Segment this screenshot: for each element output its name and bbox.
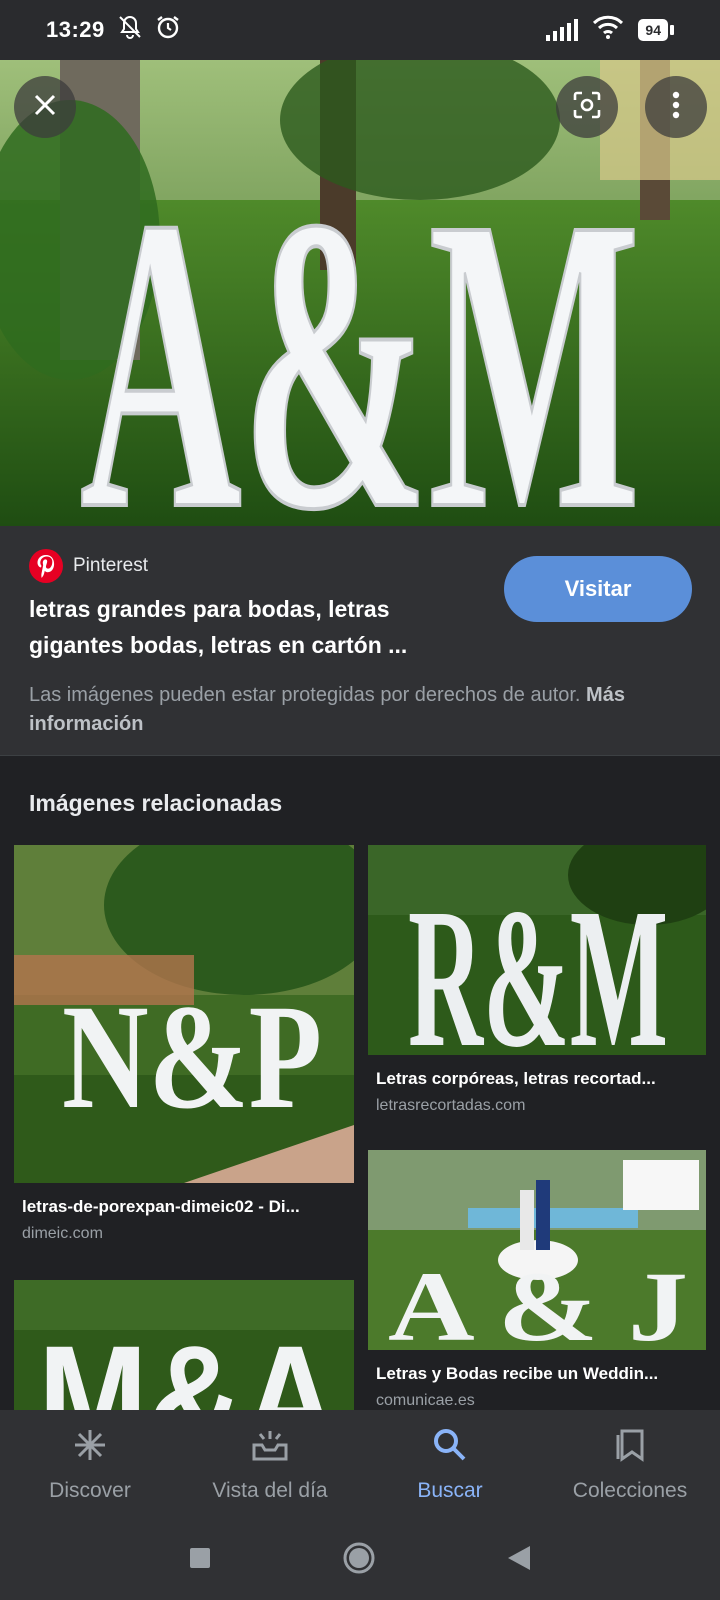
related-card[interactable]: N&P letras-de-porexpan-dimeic02 - Di... … xyxy=(14,845,354,1255)
card-letters: R&M xyxy=(408,868,668,1055)
related-card[interactable]: M&A xyxy=(14,1280,354,1410)
close-button[interactable] xyxy=(14,76,76,138)
mute-icon xyxy=(117,14,143,46)
home-button[interactable] xyxy=(342,1541,376,1580)
nav-discover[interactable]: Discover xyxy=(0,1410,180,1520)
copyright-text: Las imágenes pueden estar protegidas por… xyxy=(29,684,581,706)
nav-label: Colecciones xyxy=(572,1479,688,1502)
related-heading: Imágenes relacionadas xyxy=(29,790,283,816)
lens-button[interactable] xyxy=(556,76,618,138)
card-title: Letras y Bodas recibe un Weddin... xyxy=(376,1364,659,1383)
source-name: Pinterest xyxy=(73,555,148,576)
card-letters: M&A xyxy=(38,1314,338,1410)
nav-label: Vista del día xyxy=(212,1479,328,1502)
today-icon xyxy=(250,1427,290,1469)
alarm-icon xyxy=(155,14,181,46)
related-card[interactable]: R&M Letras corpóreas, letras recortad...… xyxy=(368,845,706,1125)
nav-label: Discover xyxy=(49,1479,131,1502)
recents-button[interactable] xyxy=(188,1546,212,1575)
collections-icon xyxy=(612,1427,648,1469)
related-card[interactable]: A & J Letras y Bodas recibe un Weddin...… xyxy=(368,1150,706,1408)
hero-image[interactable]: A&M xyxy=(0,60,720,526)
bottom-navigation: Discover Vista del día Buscar Coleccione… xyxy=(0,1410,720,1520)
pinterest-icon xyxy=(29,549,63,583)
source-panel: Pinterest letras grandes para bodas, let… xyxy=(0,526,720,756)
nav-label: Buscar xyxy=(417,1479,483,1502)
result-title[interactable]: letras grandes para bodas, letras gigant… xyxy=(29,591,479,663)
card-title: Letras corpóreas, letras recortad... xyxy=(376,1069,656,1088)
status-bar: 13:29 94 xyxy=(0,0,720,60)
card-domain: letrasrecortadas.com xyxy=(376,1097,526,1114)
source-row[interactable]: Pinterest xyxy=(29,549,148,583)
search-icon xyxy=(432,1427,468,1469)
more-options-button[interactable] xyxy=(645,76,707,138)
card-title: letras-de-porexpan-dimeic02 - Di... xyxy=(22,1197,300,1216)
back-button[interactable] xyxy=(506,1544,532,1577)
visit-button[interactable]: Visitar xyxy=(504,556,692,622)
battery-level: 94 xyxy=(638,19,668,41)
status-time: 13:29 xyxy=(46,17,105,42)
system-navigation xyxy=(0,1520,720,1600)
card-letters: A & J xyxy=(388,1251,688,1350)
lens-icon xyxy=(571,89,603,126)
discover-icon xyxy=(72,1427,108,1469)
nav-search[interactable]: Buscar xyxy=(360,1410,540,1520)
card-letters: N&P xyxy=(62,974,322,1140)
card-domain: dimeic.com xyxy=(22,1225,103,1242)
card-domain: comunicae.es xyxy=(376,1392,475,1408)
more-vert-icon xyxy=(671,91,681,124)
hero-letters: A&M xyxy=(80,131,640,526)
nav-today[interactable]: Vista del día xyxy=(180,1410,360,1520)
wifi-icon xyxy=(592,14,624,46)
nav-collections[interactable]: Colecciones xyxy=(540,1410,720,1520)
close-icon xyxy=(32,92,58,123)
copyright-notice: Las imágenes pueden estar protegidas por… xyxy=(29,681,669,739)
signal-icon xyxy=(546,19,579,41)
battery-icon: 94 xyxy=(638,19,674,41)
